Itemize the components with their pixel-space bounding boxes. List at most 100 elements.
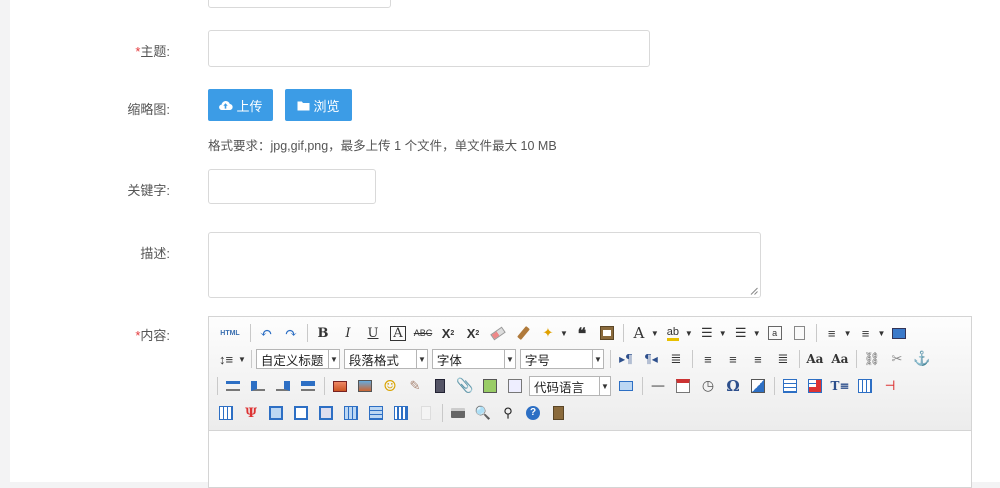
split-cells-icon[interactable] [340, 402, 362, 424]
keyword-label: 关键字: [127, 183, 170, 198]
delete-col-icon[interactable]: Ψ [240, 402, 262, 424]
html-source-button[interactable]: HTML [215, 322, 245, 344]
image-left-icon[interactable] [247, 375, 269, 397]
insert-code-icon[interactable] [504, 375, 526, 397]
previous-field-input[interactable] [208, 0, 391, 8]
align-right-icon[interactable]: ≡ [747, 348, 769, 370]
select-all-icon[interactable]: a [764, 322, 786, 344]
paste-text-icon[interactable] [596, 322, 618, 344]
content-label: *内容: [135, 328, 170, 343]
indent-icon[interactable]: ≣ [665, 348, 687, 370]
page-break-icon[interactable] [615, 375, 637, 397]
bold-icon[interactable]: B [312, 322, 334, 344]
align-justify-icon[interactable]: ≣ [772, 348, 794, 370]
italic-icon[interactable]: I [337, 322, 359, 344]
subject-label: *主题: [135, 44, 170, 59]
underline-icon[interactable]: U [362, 322, 384, 344]
ltr-direction-icon[interactable]: ▸¶ [615, 348, 637, 370]
font-size-select[interactable]: 字号 ▼ [519, 349, 604, 369]
toolbar-row-4: Ψ 🔍 ⚲ ? [215, 401, 572, 425]
description-textarea[interactable] [208, 232, 761, 298]
fullscreen-icon[interactable] [888, 322, 910, 344]
insert-col-icon[interactable] [215, 402, 237, 424]
multi-image-icon[interactable] [354, 375, 376, 397]
subscript-icon[interactable]: X2 [462, 322, 484, 344]
insert-image-icon[interactable] [329, 375, 351, 397]
split-cols-icon[interactable] [390, 402, 412, 424]
search-replace-icon[interactable]: ⚲ [497, 402, 519, 424]
background-color-icon[interactable]: ab [662, 322, 684, 344]
print-icon[interactable] [447, 402, 469, 424]
upload-button[interactable]: 上传 [208, 89, 273, 121]
lowercase-icon[interactable]: Aa [829, 348, 851, 370]
insert-video-icon[interactable] [429, 375, 451, 397]
uppercase-icon[interactable]: Aa [804, 348, 826, 370]
delete-table-icon[interactable] [804, 375, 826, 397]
unordered-list-icon[interactable]: ☰ [730, 322, 752, 344]
chevron-down-icon: ▼ [591, 350, 603, 368]
merge-down-icon[interactable] [315, 402, 337, 424]
help-icon[interactable]: ? [522, 402, 544, 424]
drafts-icon[interactable] [547, 402, 569, 424]
browse-button[interactable]: 浏览 [285, 89, 352, 121]
time-icon[interactable]: ◷ [697, 375, 719, 397]
merge-right-icon[interactable] [290, 402, 312, 424]
rtl-direction-icon[interactable]: ¶◂ [640, 348, 662, 370]
undo-icon[interactable]: ↶ [255, 322, 277, 344]
chevron-down-icon: ▼ [327, 350, 339, 368]
scrawl-icon[interactable]: ✎ [404, 375, 426, 397]
anchor-icon[interactable]: ⚓ [911, 348, 933, 370]
split-rows-icon[interactable] [365, 402, 387, 424]
insert-row-icon[interactable] [854, 375, 876, 397]
special-char-icon[interactable]: Ω [722, 375, 744, 397]
emotion-icon[interactable]: ☺ [379, 375, 401, 397]
align-center-icon[interactable]: ≡ [722, 348, 744, 370]
subject-input[interactable] [208, 30, 650, 67]
preview-icon[interactable]: 🔍 [472, 402, 494, 424]
font-family-select[interactable]: 字体 ▼ [431, 349, 516, 369]
date-icon[interactable] [672, 375, 694, 397]
resize-handle-icon[interactable] [750, 287, 758, 295]
auto-format-icon[interactable]: ✦ [537, 322, 559, 344]
row-spacing-bottom-icon[interactable]: ≡ [855, 322, 877, 344]
gmap-icon[interactable] [415, 402, 437, 424]
clear-doc-icon[interactable] [789, 322, 811, 344]
insert-table-icon[interactable] [779, 375, 801, 397]
image-none-icon[interactable] [222, 375, 244, 397]
cloud-upload-icon [219, 100, 234, 111]
code-language-select[interactable]: 代码语言 ▼ [529, 376, 611, 396]
font-border-icon[interactable]: A [387, 322, 409, 344]
custom-heading-select[interactable]: 自定义标题 ▼ [255, 349, 340, 369]
template-icon[interactable] [747, 375, 769, 397]
eraser-icon[interactable] [487, 322, 509, 344]
unlink-icon[interactable]: ✂ [886, 348, 908, 370]
superscript-icon[interactable]: X2 [437, 322, 459, 344]
blockquote-icon[interactable]: ❝ [571, 322, 593, 344]
chevron-down-icon: ▼ [415, 350, 427, 368]
thumbnail-label: 缩略图: [127, 102, 170, 117]
keyword-input[interactable] [208, 169, 376, 204]
redo-icon[interactable]: ↷ [280, 322, 302, 344]
ordered-list-icon[interactable]: ☰ [696, 322, 718, 344]
font-color-icon[interactable]: A [628, 322, 650, 344]
insert-paragraph-before-table-icon[interactable]: T≡ [829, 375, 851, 397]
attachment-icon[interactable]: 📎 [454, 375, 476, 397]
form-card: *主题: 缩略图: 上传 浏览 格式要求：jpg,gif,png，最多上传 1 … [10, 0, 1000, 488]
align-left-icon[interactable]: ≡ [697, 348, 719, 370]
delete-row-icon[interactable]: ⊣ [879, 375, 901, 397]
line-height-icon[interactable]: ↕≡ [215, 348, 237, 370]
insert-frame-icon[interactable] [479, 375, 501, 397]
toolbar-row-1: HTML ↶ ↷ B I U A ABC X2 X2 ✦ ▼ ❝ A ▼ ab … [215, 321, 913, 345]
format-brush-icon[interactable] [512, 322, 534, 344]
image-center-icon[interactable] [297, 375, 319, 397]
merge-cells-icon[interactable] [265, 402, 287, 424]
strikethrough-icon[interactable]: ABC [412, 322, 434, 344]
link-icon[interactable]: ⛓ [861, 348, 883, 370]
editor-body[interactable] [209, 431, 971, 487]
paragraph-format-select[interactable]: 段落格式 ▼ [343, 349, 428, 369]
row-spacing-top-icon[interactable]: ≡ [821, 322, 843, 344]
rich-text-editor[interactable]: HTML ↶ ↷ B I U A ABC X2 X2 ✦ ▼ ❝ A ▼ ab … [208, 316, 972, 488]
horizontal-rule-icon[interactable]: — [647, 375, 669, 397]
chevron-down-icon: ▼ [599, 377, 610, 395]
image-right-icon[interactable] [272, 375, 294, 397]
